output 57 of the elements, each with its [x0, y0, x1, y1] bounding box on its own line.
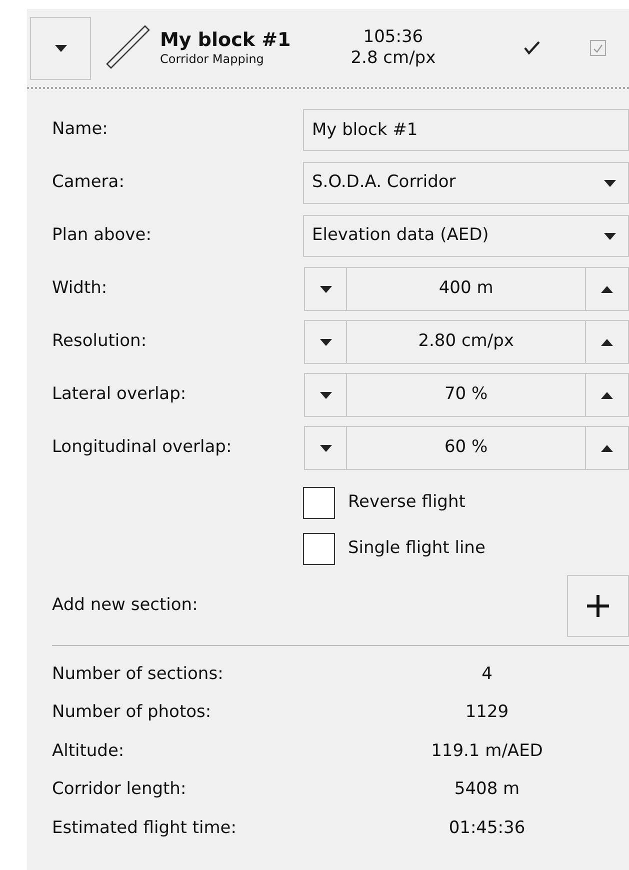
stat-label: Altitude: — [52, 740, 126, 762]
dropdown-field[interactable]: S.O.D.A. Corridor — [303, 162, 629, 204]
stat-label: Estimated flight time: — [52, 816, 238, 840]
field-label: Camera: — [52, 171, 126, 194]
caret-down-icon — [54, 44, 66, 52]
name-field[interactable]: My block #1 — [303, 109, 629, 151]
decrement-button[interactable] — [304, 320, 348, 364]
caret-up-icon — [601, 286, 613, 292]
flight-time: 105:36 — [363, 26, 424, 48]
caret-down-icon — [320, 392, 332, 398]
spinner-field[interactable]: 60 % — [347, 426, 585, 470]
caret-down-icon — [604, 232, 616, 240]
decrement-button[interactable] — [304, 267, 348, 311]
increment-button[interactable] — [585, 426, 629, 470]
increment-button[interactable] — [585, 320, 629, 364]
field-label: Lateral overlap: — [52, 383, 188, 406]
field-label: Longitudinal overlap: — [52, 436, 233, 460]
decrement-button[interactable] — [304, 373, 348, 417]
block-resolution: 2.8 cm/px — [350, 48, 436, 70]
field-label: Name: — [52, 118, 109, 142]
field-label: Plan above: — [52, 224, 152, 248]
caret-down-icon — [320, 338, 332, 346]
checkbox-label: Single flight line — [348, 537, 486, 560]
spinner-field[interactable]: 2.80 cm/px — [347, 320, 585, 364]
decrement-button[interactable] — [304, 426, 348, 470]
caret-down-icon — [604, 180, 616, 186]
caret-up-icon — [601, 392, 613, 398]
field-label: Width: — [52, 277, 108, 300]
block-subtitle: Corridor Mapping — [160, 52, 265, 68]
check-icon — [524, 41, 540, 55]
check-icon — [592, 44, 603, 52]
stat-label: Corridor length: — [52, 778, 188, 801]
checkbox[interactable] — [303, 533, 335, 565]
caret-down-icon — [320, 444, 332, 452]
dropdown-field[interactable]: Elevation data (AED) — [303, 215, 629, 257]
spinner-field[interactable]: 70 % — [347, 373, 585, 417]
caret-up-icon — [601, 338, 613, 346]
increment-button[interactable] — [585, 373, 629, 417]
add-section-button[interactable] — [567, 575, 629, 637]
caret-up-icon — [601, 444, 613, 452]
stat-label: Number of sections: — [52, 662, 224, 686]
plus-icon — [586, 594, 610, 618]
stat-value: 5408 m — [453, 778, 521, 801]
spinner-field[interactable]: 400 m — [347, 267, 585, 311]
caret-down-icon — [320, 286, 332, 292]
stat-value: 1129 — [464, 701, 510, 724]
checkbox-label: Reverse flight — [348, 491, 466, 514]
stat-label: Number of photos: — [52, 701, 212, 724]
stat-value: 119.1 m/AED — [430, 740, 544, 762]
field-label: Resolution: — [52, 330, 148, 354]
enabled-checkbox[interactable] — [590, 40, 606, 56]
checkbox[interactable] — [303, 487, 335, 519]
increment-button[interactable] — [585, 267, 629, 311]
stat-value: 01:45:36 — [448, 816, 526, 840]
add-section-label: Add new section: — [52, 594, 198, 618]
block-title: My block #1 — [160, 28, 291, 52]
stat-value: 4 — [480, 662, 494, 686]
